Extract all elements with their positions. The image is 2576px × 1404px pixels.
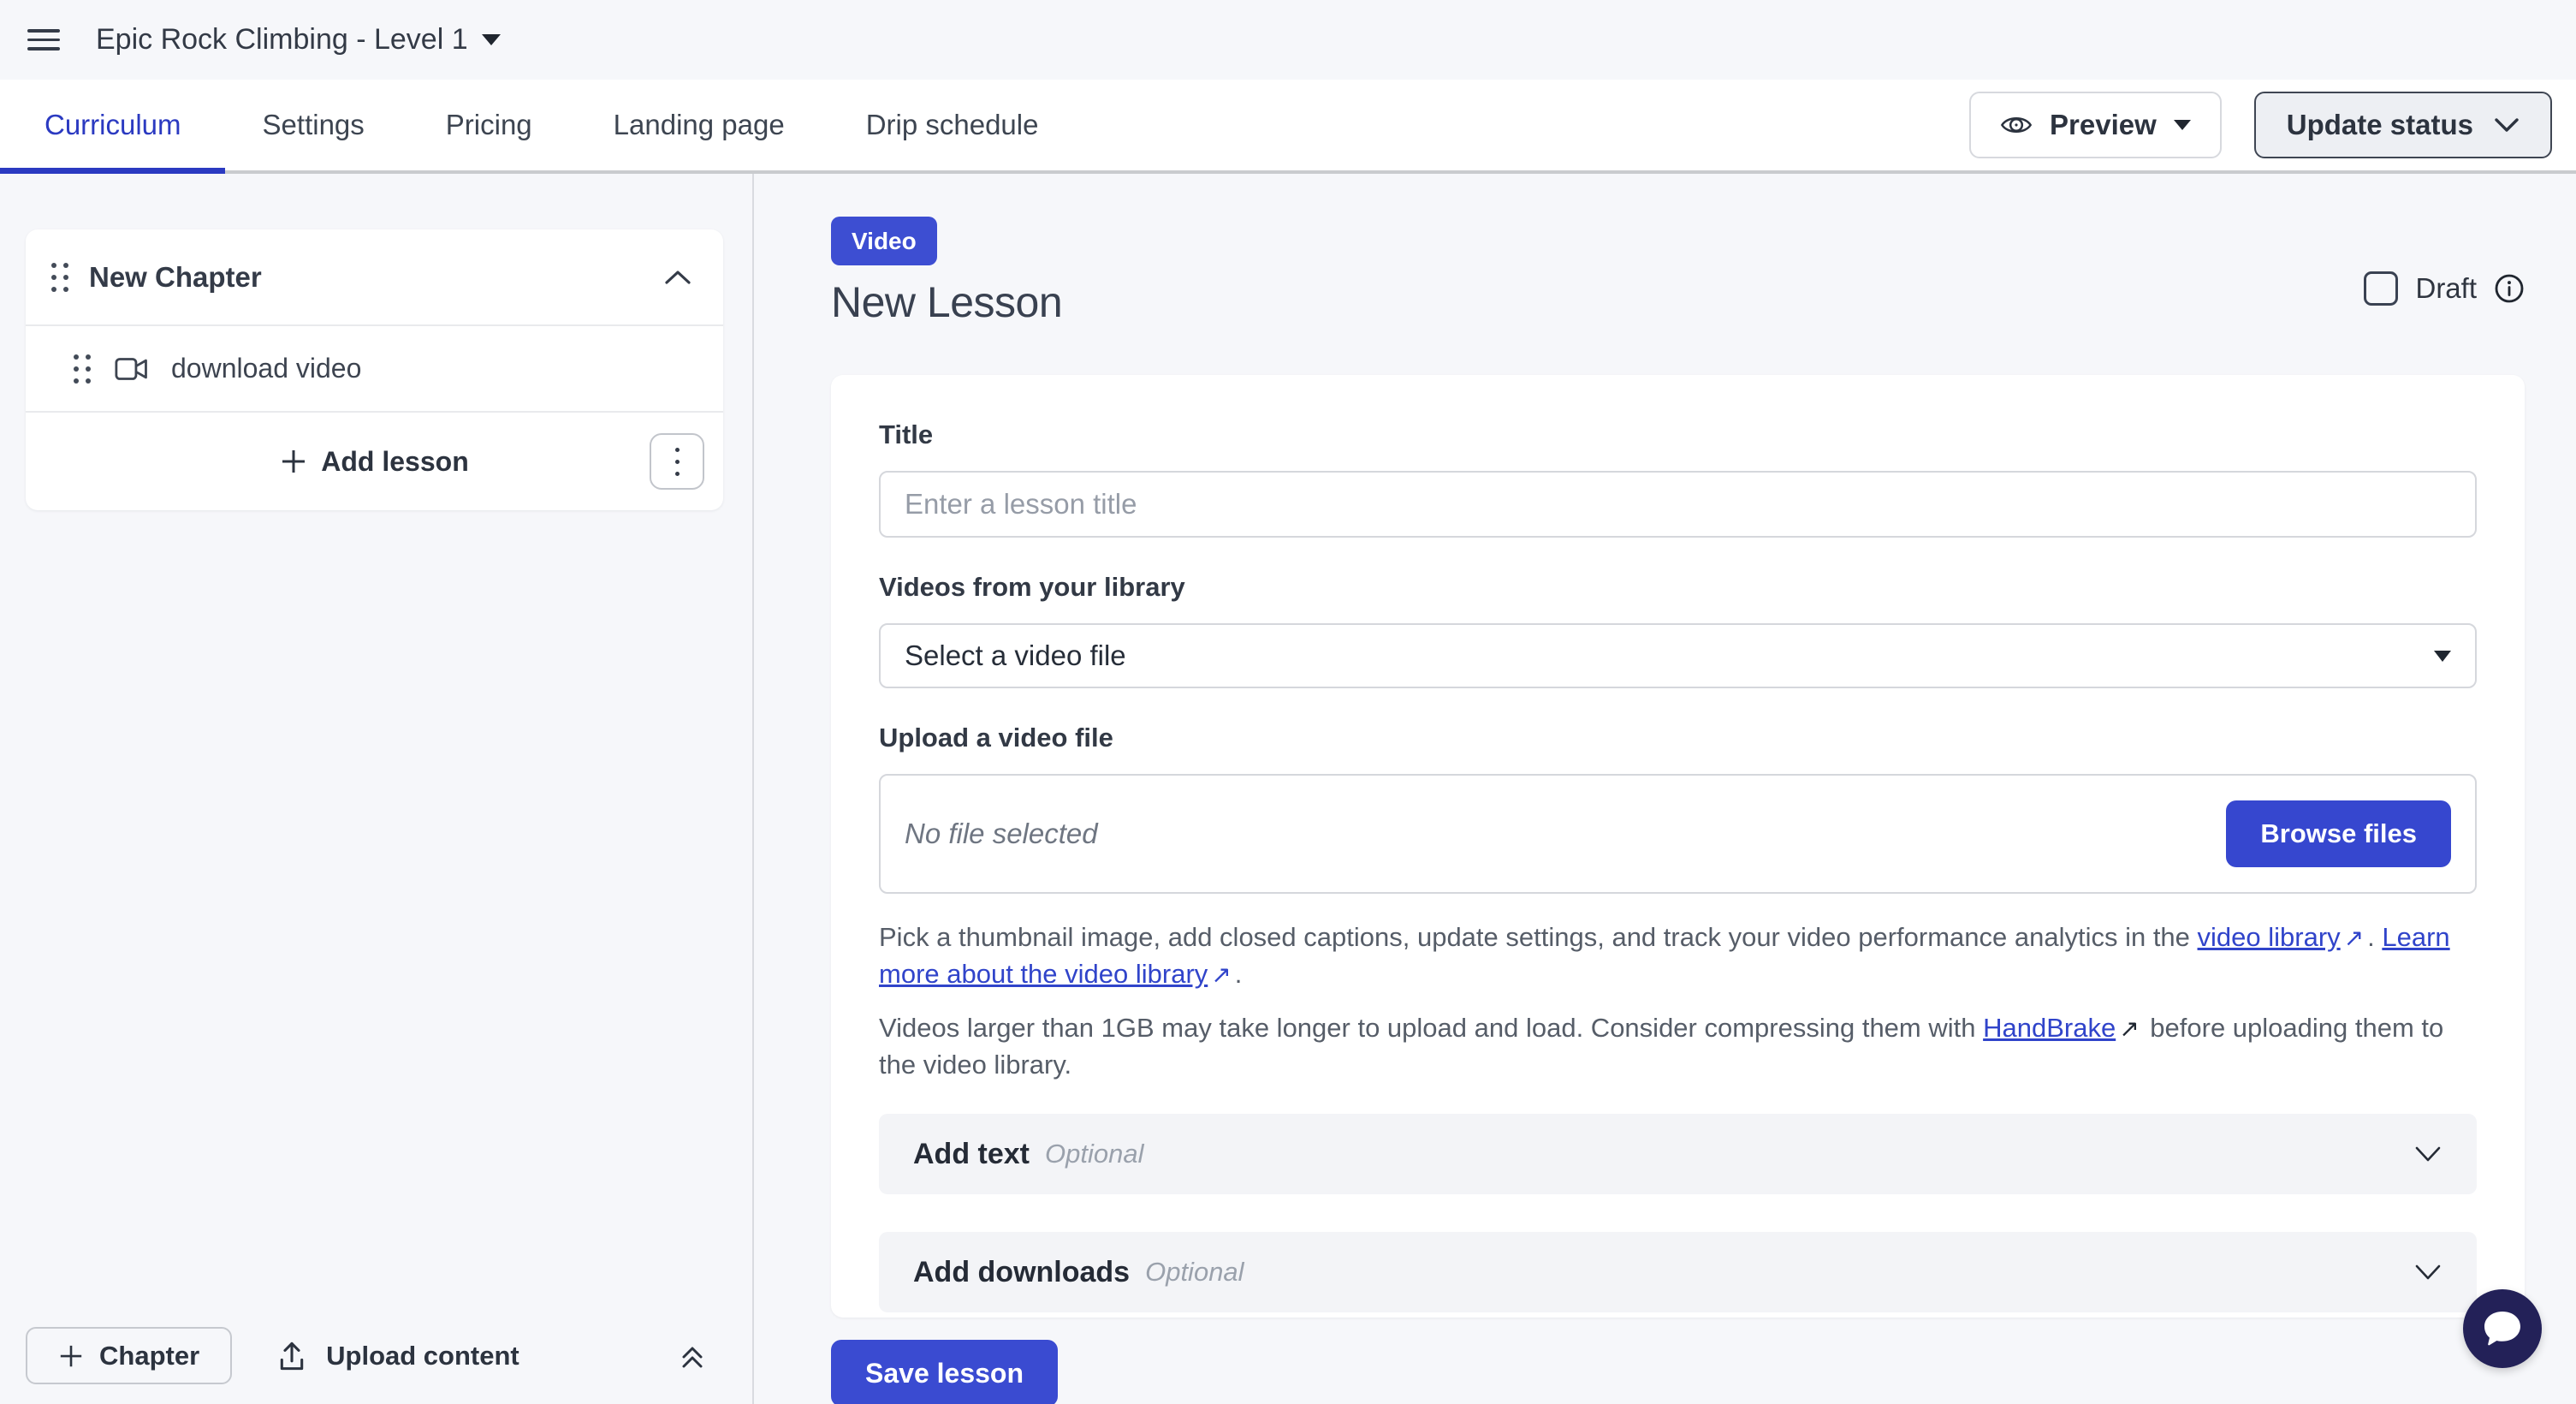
help-text: Videos larger than 1GB may take longer t…: [879, 1013, 1983, 1043]
kebab-menu-button[interactable]: [650, 433, 704, 490]
upload-content-button[interactable]: Upload content: [276, 1340, 519, 1372]
external-link-icon: ↗: [2116, 1011, 2142, 1047]
add-downloads-section[interactable]: Add downloads Optional: [879, 1232, 2477, 1312]
caret-down-icon: [482, 34, 501, 45]
tab-pricing[interactable]: Pricing: [446, 109, 532, 141]
add-downloads-label: Add downloads: [913, 1256, 1130, 1289]
info-icon[interactable]: [2494, 273, 2525, 304]
drag-handle-icon[interactable]: [51, 263, 68, 292]
lesson-type-badge: Video: [831, 217, 937, 265]
tabs-row: Curriculum Settings Pricing Landing page…: [0, 80, 2576, 174]
lesson-header-left: Video New Lesson: [831, 217, 1062, 327]
chat-icon: [2482, 1310, 2523, 1347]
no-file-text: No file selected: [905, 818, 1098, 850]
lesson-item[interactable]: download video: [26, 326, 723, 411]
hamburger-menu-icon[interactable]: [27, 27, 60, 53]
title-field-label: Title: [879, 419, 2477, 450]
course-title: Epic Rock Climbing - Level 1: [96, 23, 468, 57]
lesson-title-input[interactable]: [879, 471, 2477, 538]
add-chapter-button[interactable]: Chapter: [26, 1327, 232, 1384]
chevron-down-icon: [2413, 1145, 2442, 1163]
lesson-title: download video: [171, 353, 361, 384]
active-tab-underline: [0, 168, 225, 174]
add-text-section[interactable]: Add text Optional: [879, 1114, 2477, 1194]
lesson-header: Video New Lesson Draft: [831, 217, 2525, 327]
add-text-label: Add text: [913, 1138, 1030, 1171]
header-actions: Preview Update status: [1969, 92, 2552, 158]
compression-help-text: Videos larger than 1GB may take longer t…: [879, 1010, 2477, 1083]
upload-icon: [276, 1340, 307, 1372]
tab-drip-schedule[interactable]: Drip schedule: [866, 109, 1039, 141]
page-title: New Lesson: [831, 277, 1062, 327]
add-lesson-label: Add lesson: [321, 446, 468, 478]
help-text: .: [1235, 959, 1243, 989]
external-link-icon: ↗: [2341, 920, 2367, 956]
lesson-form-card: Title Videos from your library Select a …: [831, 375, 2525, 1318]
content-row: New Chapter download video: [0, 174, 2576, 1404]
chapter-header[interactable]: New Chapter: [26, 229, 723, 324]
chevron-down-icon: [2413, 1263, 2442, 1282]
browse-files-button[interactable]: Browse files: [2226, 800, 2451, 867]
tab-settings[interactable]: Settings: [263, 109, 365, 141]
select-caret-icon: [2434, 651, 2451, 662]
add-chapter-label: Chapter: [99, 1341, 199, 1371]
draft-label: Draft: [2415, 272, 2477, 305]
update-status-button[interactable]: Update status: [2254, 92, 2552, 158]
add-text-optional-hint: Optional: [1045, 1139, 1143, 1169]
add-downloads-optional-hint: Optional: [1145, 1257, 1243, 1288]
external-link-icon: ↗: [1208, 957, 1234, 993]
drag-handle-icon[interactable]: [74, 354, 91, 384]
chevron-down-icon: [2494, 117, 2520, 133]
handbrake-link[interactable]: HandBrake: [1983, 1013, 2116, 1043]
draft-toggle-group: Draft: [2364, 270, 2525, 307]
chapter-card: New Chapter download video: [26, 229, 723, 510]
chat-widget-button[interactable]: [2463, 1289, 2542, 1368]
help-text: .: [2367, 922, 2382, 952]
preview-button[interactable]: Preview: [1969, 92, 2222, 158]
file-upload-dropzone[interactable]: No file selected Browse files: [879, 774, 2477, 894]
video-camera-icon: [115, 357, 149, 381]
sidebar-footer: Chapter Upload content: [0, 1307, 752, 1404]
help-text: Pick a thumbnail image, add closed capti…: [879, 922, 2198, 952]
curriculum-sidebar: New Chapter download video: [0, 174, 754, 1404]
plus-icon: [58, 1343, 84, 1369]
chevron-up-icon[interactable]: [663, 269, 692, 286]
save-lesson-button[interactable]: Save lesson: [831, 1340, 1058, 1404]
draft-checkbox[interactable]: [2364, 271, 2398, 306]
tab-nav: Curriculum Settings Pricing Landing page…: [0, 80, 1038, 170]
lesson-editor: Video New Lesson Draft Title Videos from…: [754, 174, 2576, 1404]
eye-icon: [2000, 112, 2033, 138]
tab-curriculum[interactable]: Curriculum: [45, 109, 181, 141]
add-lesson-button[interactable]: Add lesson: [280, 446, 468, 478]
course-title-menu[interactable]: Epic Rock Climbing - Level 1: [96, 23, 501, 57]
preview-label: Preview: [2050, 109, 2157, 141]
chapter-title: New Chapter: [89, 261, 262, 294]
collapse-all-icon[interactable]: [675, 1339, 709, 1373]
chapter-footer: Add lesson: [26, 413, 723, 510]
video-library-link[interactable]: video library: [2198, 922, 2341, 952]
video-library-help-text: Pick a thumbnail image, add closed capti…: [879, 919, 2477, 993]
library-field-label: Videos from your library: [879, 572, 2477, 603]
update-status-label: Update status: [2287, 109, 2473, 141]
plus-icon: [280, 448, 307, 475]
video-library-select-value: Select a video file: [905, 640, 1126, 672]
video-library-select[interactable]: Select a video file: [879, 623, 2477, 688]
caret-down-icon: [2174, 120, 2191, 130]
upload-content-label: Upload content: [326, 1341, 519, 1371]
top-bar: Epic Rock Climbing - Level 1: [0, 0, 2576, 80]
upload-field-label: Upload a video file: [879, 723, 2477, 753]
tab-landing-page[interactable]: Landing page: [614, 109, 785, 141]
